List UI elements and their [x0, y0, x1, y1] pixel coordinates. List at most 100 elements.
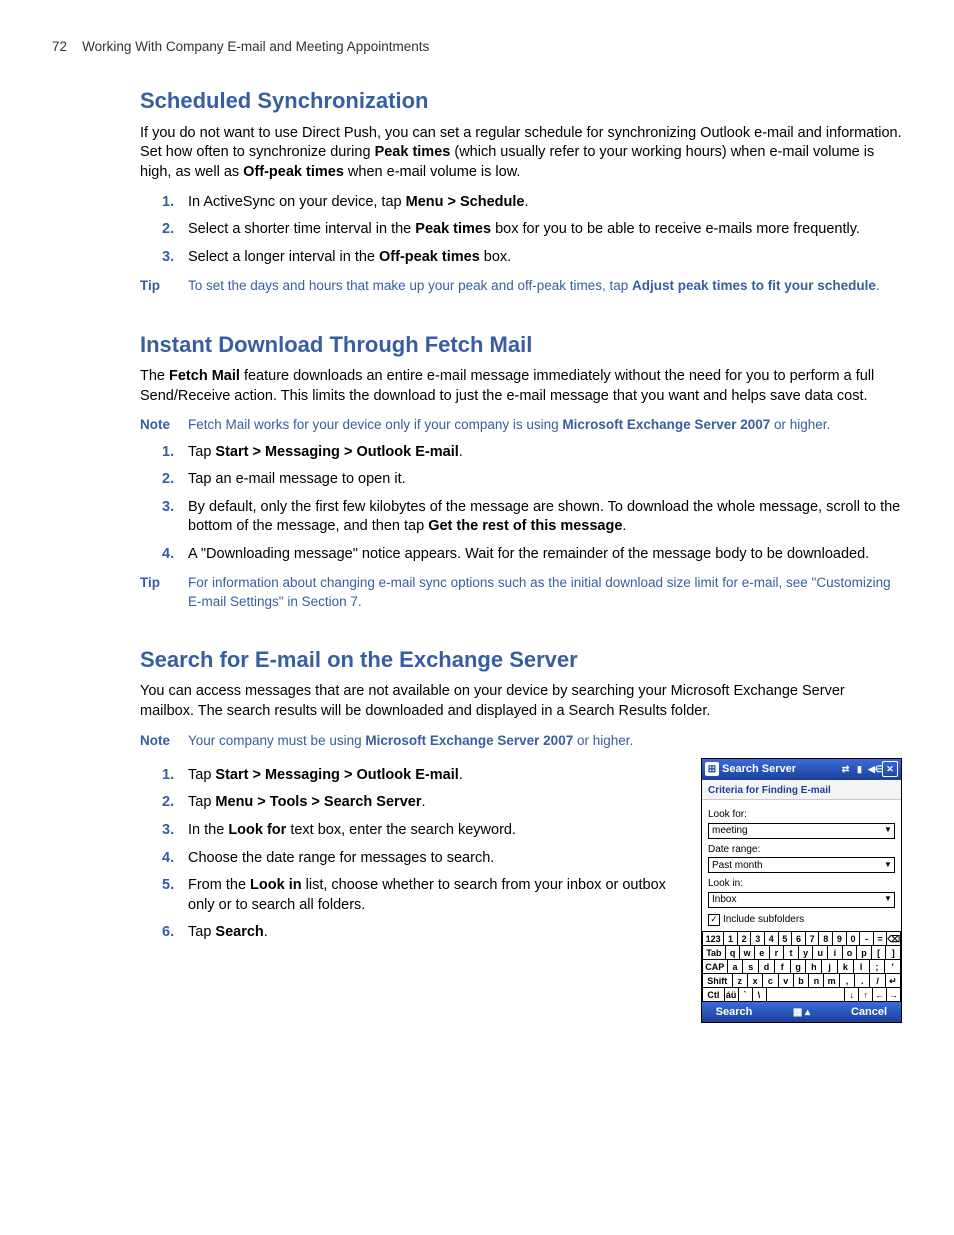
sched-sync-steps: In ActiveSync on your device, tap Menu >…	[140, 193, 902, 268]
keyboard-key[interactable]: CAP	[702, 960, 728, 974]
keyboard-key[interactable]: m	[824, 974, 839, 988]
keyboard-key[interactable]: s	[743, 960, 759, 974]
list-item: Tap Search.	[188, 923, 683, 943]
keyboard-key[interactable]: b	[794, 974, 809, 988]
connection-icon[interactable]: ⇄	[840, 763, 851, 775]
look-for-value: meeting	[709, 824, 881, 838]
keyboard-key[interactable]: 9	[833, 932, 847, 946]
list-item: In the Look for text box, enter the sear…	[188, 821, 683, 841]
keyboard-key[interactable]: Shift	[702, 974, 733, 988]
keyboard-key[interactable]: r	[770, 946, 785, 960]
list-item: Tap Menu > Tools > Search Server.	[188, 793, 683, 813]
tip-text: To set the days and hours that make up y…	[188, 277, 902, 295]
keyboard-key[interactable]: →	[887, 988, 901, 1002]
tip-label: Tip	[140, 277, 188, 295]
keyboard-key[interactable]: 0	[847, 932, 861, 946]
on-screen-keyboard[interactable]: 1231234567890-=⌫ Tabqwertyuiop[] CAPasdf…	[702, 931, 901, 1002]
keyboard-key[interactable]: x	[748, 974, 763, 988]
keyboard-key[interactable]: a	[728, 960, 744, 974]
keyboard-key[interactable]: ↵	[886, 974, 901, 988]
keyboard-key[interactable]: ]	[886, 946, 901, 960]
keyboard-key[interactable]: 7	[806, 932, 820, 946]
keyboard-key[interactable]: i	[828, 946, 843, 960]
keyboard-key[interactable]: [	[872, 946, 887, 960]
keyboard-key[interactable]: w	[740, 946, 755, 960]
keyboard-key[interactable]: ↓	[845, 988, 859, 1002]
keyboard-key[interactable]: d	[759, 960, 775, 974]
keyboard-key[interactable]: ;	[870, 960, 886, 974]
softkey-cancel-button[interactable]: Cancel	[837, 1005, 901, 1020]
section-fetch-mail-heading: Instant Download Through Fetch Mail	[140, 330, 902, 360]
keyboard-key[interactable]: y	[799, 946, 814, 960]
keyboard-key[interactable]: v	[779, 974, 794, 988]
keyboard-key[interactable]: q	[726, 946, 741, 960]
keyboard-key[interactable]: Tab	[702, 946, 726, 960]
keyboard-key[interactable]: ⌫	[887, 932, 901, 946]
list-item: By default, only the first few kilobytes…	[188, 498, 902, 537]
list-item: Tap Start > Messaging > Outlook E-mail.	[188, 443, 902, 463]
dropdown-arrow-icon[interactable]: ▼	[881, 825, 894, 836]
keyboard-key[interactable]: t	[784, 946, 799, 960]
keyboard-key[interactable]: `	[739, 988, 753, 1002]
keyboard-key[interactable]: 1	[724, 932, 738, 946]
keyboard-key[interactable]: k	[838, 960, 854, 974]
look-in-select[interactable]: Inbox ▼	[708, 892, 895, 908]
keyboard-key[interactable]: áü	[725, 988, 739, 1002]
keyboard-key[interactable]: Ctl	[702, 988, 725, 1002]
list-item: A "Downloading message" notice appears. …	[188, 545, 902, 565]
keyboard-key[interactable]: ,	[840, 974, 855, 988]
signal-icon[interactable]: ▮	[854, 763, 865, 775]
look-for-input[interactable]: meeting ▼	[708, 823, 895, 839]
close-icon[interactable]: ✕	[882, 761, 898, 777]
sip-toggle-icon[interactable]: ▦ ▴	[766, 1006, 837, 1020]
keyboard-key[interactable]	[767, 988, 846, 1002]
volume-icon[interactable]: ◀∈	[868, 763, 879, 775]
date-range-value: Past month	[709, 859, 881, 873]
tip-label: Tip	[140, 574, 188, 610]
keyboard-key[interactable]: e	[755, 946, 770, 960]
search-server-note: Note Your company must be using Microsof…	[140, 732, 902, 750]
keyboard-key[interactable]: h	[806, 960, 822, 974]
keyboard-key[interactable]: /	[870, 974, 885, 988]
search-server-para: You can access messages that are not ava…	[140, 682, 902, 721]
keyboard-key[interactable]: 5	[779, 932, 793, 946]
keyboard-key[interactable]: g	[791, 960, 807, 974]
keyboard-key[interactable]: 6	[792, 932, 806, 946]
keyboard-key[interactable]: ←	[873, 988, 887, 1002]
device-screenshot: ⊞ Search Server ⇄ ▮ ◀∈ ✕ Criteria for Fi…	[701, 758, 902, 1024]
keyboard-key[interactable]: -	[860, 932, 874, 946]
keyboard-key[interactable]: c	[763, 974, 778, 988]
date-range-select[interactable]: Past month ▼	[708, 857, 895, 873]
tip-text: For information about changing e-mail sy…	[188, 574, 902, 610]
keyboard-key[interactable]: o	[843, 946, 858, 960]
include-subfolders-checkbox[interactable]: ✓ Include subfolders	[708, 913, 895, 927]
dropdown-arrow-icon[interactable]: ▼	[881, 860, 894, 871]
dropdown-arrow-icon[interactable]: ▼	[881, 894, 894, 905]
note-text: Fetch Mail works for your device only if…	[188, 416, 902, 434]
keyboard-key[interactable]: n	[809, 974, 824, 988]
list-item: Tap an e-mail message to open it.	[188, 470, 902, 490]
keyboard-key[interactable]: z	[733, 974, 748, 988]
keyboard-key[interactable]: '	[885, 960, 901, 974]
fetch-mail-tip: Tip For information about changing e-mai…	[140, 574, 902, 610]
keyboard-key[interactable]: .	[855, 974, 870, 988]
keyboard-key[interactable]: l	[854, 960, 870, 974]
device-title: Search Server	[722, 762, 796, 777]
include-subfolders-label: Include subfolders	[723, 913, 804, 927]
keyboard-key[interactable]: =	[874, 932, 888, 946]
keyboard-key[interactable]: 4	[765, 932, 779, 946]
keyboard-key[interactable]: u	[813, 946, 828, 960]
keyboard-key[interactable]: 8	[819, 932, 833, 946]
keyboard-key[interactable]: 2	[738, 932, 752, 946]
start-icon[interactable]: ⊞	[705, 762, 719, 776]
device-titlebar: ⊞ Search Server ⇄ ▮ ◀∈ ✕	[702, 759, 901, 780]
keyboard-key[interactable]: j	[822, 960, 838, 974]
keyboard-key[interactable]: \	[753, 988, 767, 1002]
keyboard-key[interactable]: p	[857, 946, 872, 960]
keyboard-key[interactable]: ↑	[859, 988, 873, 1002]
keyboard-key[interactable]: 3	[751, 932, 765, 946]
keyboard-key[interactable]: 123	[702, 932, 724, 946]
device-softkey-bar: Search ▦ ▴ Cancel	[702, 1002, 901, 1022]
softkey-search-button[interactable]: Search	[702, 1005, 766, 1020]
keyboard-key[interactable]: f	[775, 960, 791, 974]
